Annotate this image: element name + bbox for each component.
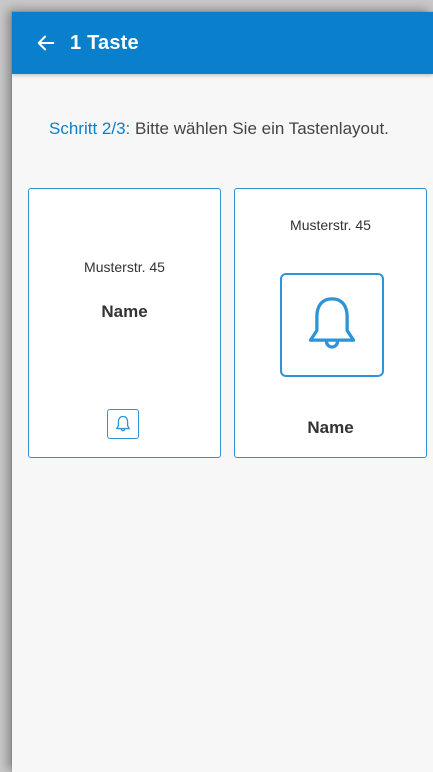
name-label: Name [307,418,354,437]
back-button[interactable] [26,23,66,63]
step-text: Bitte wählen Sie ein Tastenlayout. [130,119,389,138]
name-label: Name [101,302,148,321]
step-label: Schritt 2/3: [49,119,131,138]
bell-icon [116,415,130,432]
address-label: Musterstr. 45 [290,217,371,233]
bell-button-large [280,273,384,377]
arrow-left-icon [37,35,55,51]
layout-option-large-button[interactable]: Musterstr. 45 Name [234,188,427,458]
app-screen: 1 Taste Schritt 2/3: Bitte wählen Sie ei… [12,12,433,772]
app-bar: 1 Taste [12,12,433,74]
page-title: 1 Taste [70,31,139,54]
address-label: Musterstr. 45 [84,259,165,275]
bell-icon [308,297,356,349]
step-instruction: Schritt 2/3: Bitte wählen Sie ein Tasten… [49,118,389,139]
bell-button-small [107,409,139,439]
layout-option-small-button[interactable]: Musterstr. 45 Name [28,188,221,458]
